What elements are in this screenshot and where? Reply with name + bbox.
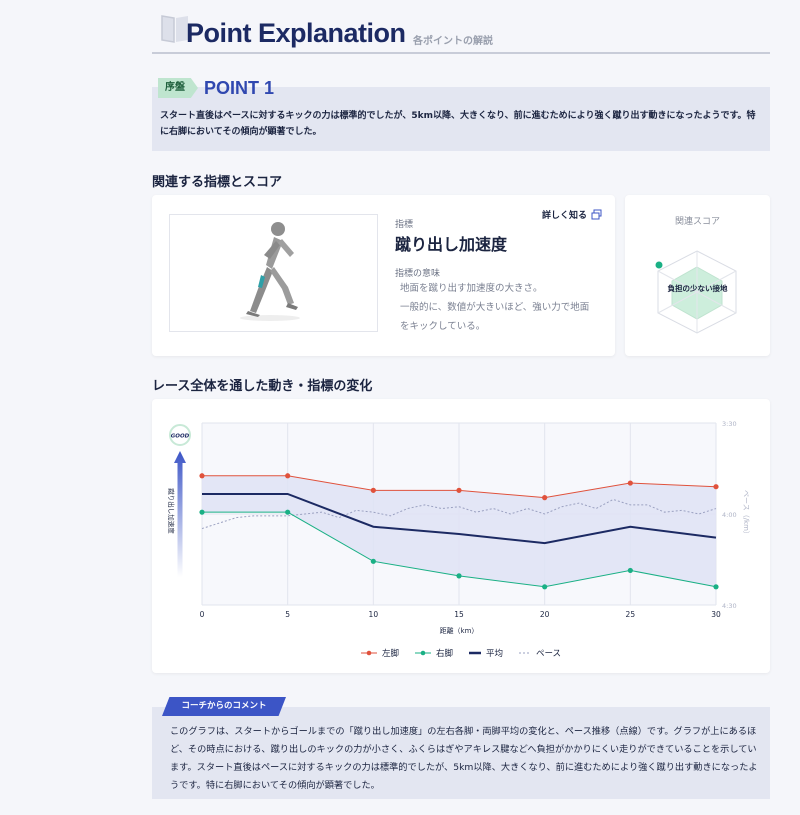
series-point-0 [542, 495, 548, 501]
page-title: Point Explanation [186, 18, 406, 48]
series-point-0 [456, 487, 462, 493]
series-point-0 [199, 473, 205, 479]
series-point-0 [627, 480, 633, 486]
indicator-label: 指標 [395, 220, 414, 230]
phase-tag: 序盤 [158, 78, 198, 98]
legend-item-pace: ペース [518, 647, 562, 659]
x-tick-label: 5 [285, 610, 290, 619]
series-point-0 [285, 473, 291, 479]
legend-item-left: 左脚 [360, 647, 399, 659]
change-chart-card: 0 5 10 15 20 25 30 距離（km） 3:30 4:00 4:30 ペース（/km） GO… [152, 399, 770, 673]
meaning-text: 地面を蹴り出す加速度の大きさ。 一般的に、数値が大きいほど、強い力で地面 をキッ… [400, 279, 610, 336]
legend-right-label: 右脚 [435, 649, 453, 659]
score-label: 負担の少ない接地 [667, 284, 728, 293]
x-tick-label: 10 [369, 610, 379, 619]
coach-comment-tag: コーチからのコメント [162, 697, 286, 716]
y2-tick-label: 4:00 [722, 511, 737, 519]
page-subtitle: 各ポイントの解説 [413, 36, 493, 47]
x-tick-label: 0 [200, 610, 205, 619]
chart-legend: 左脚 右脚 平均 ペース [152, 647, 770, 659]
change-line-chart: 0 5 10 15 20 25 30 距離（km） 3:30 4:00 4:30 ペース（/km） GO… [167, 420, 750, 635]
x-axis-label: 距離（km） [440, 626, 479, 635]
y2-tick-label: 4:30 [722, 602, 737, 610]
runner-image [169, 214, 378, 332]
series-point-1 [542, 584, 548, 590]
series-point-1 [285, 509, 291, 515]
score-marker [655, 261, 663, 269]
legend-item-average: 平均 [468, 647, 503, 659]
legend-left-label: 左脚 [381, 649, 399, 659]
change-section-title: レース全体を通した動き・指標の変化 [152, 379, 373, 394]
legend-item-right: 右脚 [414, 647, 453, 659]
legend-right-marker [414, 650, 431, 656]
x-tick-label: 20 [540, 610, 550, 619]
y-axis-label: 蹴り出し加速度 [167, 488, 176, 534]
series-point-1 [370, 558, 376, 564]
learn-more-link[interactable]: 詳しく知る [542, 208, 602, 221]
point-text: スタート直後はペースに対するキックの力は標準的でしたが、5km以降、大きくなり、… [160, 111, 756, 137]
score-radar-chart [655, 250, 737, 334]
runner-figure-icon [240, 222, 300, 321]
legend-average-marker [468, 651, 481, 655]
meaning-label: 指標の意味 [395, 269, 441, 279]
point-title: POINT 1 [204, 78, 275, 98]
y2-tick-label: 3:30 [722, 420, 737, 428]
series-point-1 [199, 509, 205, 515]
coach-comment-text: このグラフは、スタートからゴールまでの「蹴り出し加速度」の左右各脚・両脚平均の変… [170, 726, 758, 791]
score-card: 関連スコア 負担の少ない接地 [625, 195, 770, 356]
series-point-0 [713, 484, 719, 490]
indicator-card: 指標 蹴り出し加速度 詳しく知る 指標の意味 地面を蹴り出す加速度の大きさ。 一… [152, 195, 615, 356]
indicators-section-title: 関連する指標とスコア [152, 175, 283, 190]
page-header: Point Explanation 各ポイントの解説 [152, 12, 770, 54]
indicator-name: 蹴り出し加速度 [395, 235, 508, 254]
x-tick-label: 25 [626, 610, 636, 619]
series-point-1 [456, 573, 462, 579]
y2-axis-label: ペース（/km） [742, 490, 750, 538]
legend-left-marker [360, 650, 377, 656]
meaning-line: 地面を蹴り出す加速度の大きさ。 [400, 283, 543, 294]
meaning-line: をキックしている。 [400, 321, 486, 332]
legend-average-label: 平均 [485, 649, 503, 659]
series-point-0 [370, 487, 376, 493]
external-link-icon [591, 209, 602, 220]
x-tick-label: 15 [454, 610, 464, 619]
good-label: GOOD [171, 434, 190, 440]
legend-pace-label: ペース [535, 649, 562, 659]
meaning-line: 一般的に、数値が大きいほど、強い力で地面 [400, 302, 590, 313]
learn-more-label: 詳しく知る [542, 211, 588, 221]
x-tick-label: 30 [711, 610, 721, 619]
legend-pace-marker [518, 652, 531, 654]
series-point-1 [713, 584, 719, 590]
series-point-1 [627, 567, 633, 574]
